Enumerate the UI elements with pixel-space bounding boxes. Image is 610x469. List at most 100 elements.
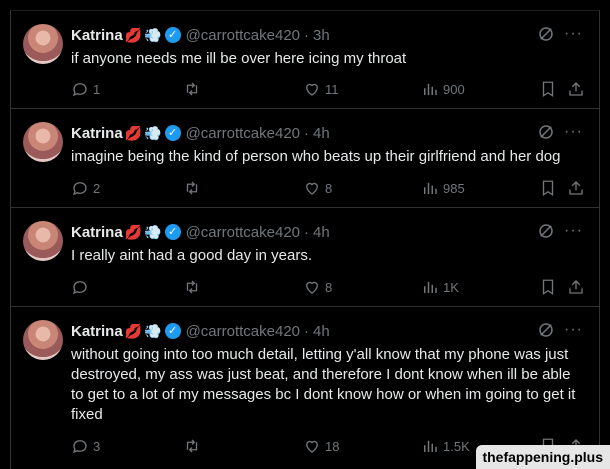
reply-button[interactable] bbox=[71, 277, 93, 297]
lips-emoji: 💋 bbox=[124, 124, 143, 141]
reply-icon bbox=[72, 440, 87, 454]
tweet-header: Katrina 💋 💨 ✓ @carrottcake420 · 4h bbox=[71, 123, 330, 143]
verified-badge-icon[interactable]: ✓ bbox=[164, 125, 181, 141]
tweet-header: Katrina 💋 💨 ✓ @carrottcake420 · 3h bbox=[71, 25, 330, 45]
bookmark-button[interactable] bbox=[539, 178, 557, 198]
like-count: 8 bbox=[325, 180, 333, 196]
retweet-button[interactable] bbox=[183, 79, 205, 99]
display-name[interactable]: Katrina bbox=[71, 224, 123, 241]
separator: · bbox=[304, 124, 310, 142]
dash-emoji: 💨 bbox=[144, 26, 162, 43]
separator: · bbox=[304, 223, 310, 241]
timestamp[interactable]: 4h bbox=[313, 323, 330, 340]
like-icon bbox=[306, 281, 318, 294]
grok-icon[interactable] bbox=[537, 222, 555, 240]
handle[interactable]: @carrottcake420 bbox=[186, 27, 300, 44]
display-name[interactable]: Katrina bbox=[71, 27, 123, 44]
verified-badge-icon[interactable]: ✓ bbox=[164, 27, 181, 43]
retweet-button[interactable] bbox=[183, 436, 205, 456]
more-icon[interactable]: ··· bbox=[564, 25, 583, 43]
avatar[interactable] bbox=[23, 24, 63, 64]
lips-emoji: 💋 bbox=[124, 322, 143, 339]
avatar[interactable] bbox=[23, 122, 63, 162]
tweet[interactable]: Katrina 💋 💨 ✓ @carrottcake420 · 3h ··· i… bbox=[10, 10, 600, 108]
reply-count: 2 bbox=[93, 180, 101, 196]
handle[interactable]: @carrottcake420 bbox=[186, 323, 300, 340]
grok-icon[interactable] bbox=[537, 25, 555, 43]
views-count: 1.5K bbox=[443, 438, 470, 454]
bookmark-button[interactable] bbox=[539, 79, 557, 99]
bookmark-icon bbox=[542, 81, 554, 98]
views-button[interactable]: 1.5K bbox=[421, 436, 470, 456]
share-button[interactable] bbox=[567, 277, 585, 297]
timestamp[interactable]: 4h bbox=[313, 125, 330, 142]
like-count: 8 bbox=[325, 279, 333, 295]
dash-emoji: 💨 bbox=[144, 124, 162, 141]
bookmark-icon bbox=[542, 279, 554, 296]
reply-button[interactable]: 3 bbox=[71, 436, 100, 456]
like-button[interactable]: 8 bbox=[303, 178, 332, 198]
tweet-text: I really aint had a good day in years. bbox=[71, 247, 312, 264]
tweet[interactable]: Katrina 💋 💨 ✓ @carrottcake420 · 4h ··· I… bbox=[10, 207, 600, 306]
tweet[interactable]: Katrina 💋 💨 ✓ @carrottcake420 · 4h ··· i… bbox=[10, 108, 600, 207]
tweet-header: Katrina 💋 💨 ✓ @carrottcake420 · 4h bbox=[71, 321, 330, 341]
tweet-actions: 1 11 900 bbox=[71, 79, 585, 99]
share-icon bbox=[569, 280, 583, 294]
views-icon bbox=[424, 182, 437, 194]
like-icon bbox=[306, 83, 318, 96]
views-button[interactable]: 900 bbox=[421, 79, 465, 99]
verified-badge-icon[interactable]: ✓ bbox=[164, 224, 181, 240]
views-count: 1K bbox=[443, 279, 459, 295]
retweet-button[interactable] bbox=[183, 277, 205, 297]
like-count: 18 bbox=[325, 438, 340, 454]
views-count: 900 bbox=[443, 81, 465, 97]
dash-emoji: 💨 bbox=[144, 223, 162, 240]
tweet-header: Katrina 💋 💨 ✓ @carrottcake420 · 4h bbox=[71, 222, 330, 242]
views-button[interactable]: 1K bbox=[421, 277, 459, 297]
avatar[interactable] bbox=[23, 221, 63, 261]
like-icon bbox=[306, 182, 318, 195]
reply-button[interactable]: 1 bbox=[71, 79, 100, 99]
verified-badge-icon[interactable]: ✓ bbox=[164, 323, 181, 339]
more-icon[interactable]: ··· bbox=[564, 222, 583, 240]
timestamp[interactable]: 4h bbox=[313, 224, 330, 241]
lips-emoji: 💋 bbox=[124, 223, 143, 240]
retweet-button[interactable] bbox=[183, 178, 205, 198]
share-button[interactable] bbox=[567, 178, 585, 198]
separator: · bbox=[304, 322, 310, 340]
reply-button[interactable]: 2 bbox=[71, 178, 100, 198]
views-icon bbox=[424, 83, 437, 95]
tweet-actions: 8 1K bbox=[71, 277, 585, 297]
handle[interactable]: @carrottcake420 bbox=[186, 125, 300, 142]
timestamp[interactable]: 3h bbox=[313, 27, 330, 44]
like-button[interactable]: 8 bbox=[303, 277, 332, 297]
bookmark-icon bbox=[542, 180, 554, 197]
share-icon bbox=[569, 181, 583, 195]
handle[interactable]: @carrottcake420 bbox=[186, 224, 300, 241]
more-icon[interactable]: ··· bbox=[564, 123, 583, 141]
like-count: 11 bbox=[325, 81, 339, 97]
share-button[interactable] bbox=[567, 79, 585, 99]
display-name[interactable]: Katrina bbox=[71, 125, 123, 142]
tweet-text: imagine being the kind of person who bea… bbox=[71, 148, 561, 165]
grok-icon[interactable] bbox=[537, 321, 555, 339]
grok-icon[interactable] bbox=[537, 123, 555, 141]
share-icon bbox=[569, 82, 583, 96]
watermark: thefappening.plus bbox=[476, 445, 610, 469]
views-icon bbox=[424, 281, 437, 293]
views-button[interactable]: 985 bbox=[421, 178, 465, 198]
like-button[interactable]: 11 bbox=[303, 79, 339, 99]
more-icon[interactable]: ··· bbox=[564, 321, 583, 339]
reply-count: 3 bbox=[93, 438, 101, 454]
like-icon bbox=[306, 440, 318, 453]
bookmark-button[interactable] bbox=[539, 277, 557, 297]
reply-icon bbox=[72, 83, 87, 97]
display-name[interactable]: Katrina bbox=[71, 323, 123, 340]
views-icon bbox=[424, 440, 437, 452]
reply-count: 1 bbox=[93, 81, 101, 97]
reply-icon bbox=[72, 182, 87, 196]
like-button[interactable]: 18 bbox=[303, 436, 339, 456]
avatar[interactable] bbox=[23, 320, 63, 360]
retweet-icon bbox=[186, 439, 198, 453]
retweet-icon bbox=[186, 280, 198, 294]
